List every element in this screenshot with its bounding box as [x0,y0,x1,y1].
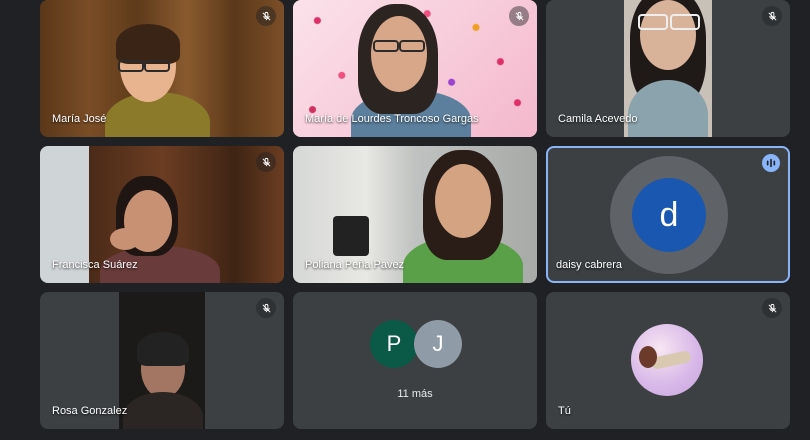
participant-name: María José [52,113,107,125]
avatar-j: J [414,320,462,368]
participant-name: daisy cabrera [556,259,623,271]
more-participants-count: 11 más [397,388,433,400]
self-avatar [631,324,703,396]
participant-tile-maria-jose[interactable]: María José [40,0,284,137]
participant-name: Camila Acevedo [558,113,638,125]
participant-name: Tú [558,405,571,417]
participant-tile-camila-acevedo[interactable]: Camila Acevedo [546,0,790,137]
participant-name: Francisca Suárez [52,259,138,271]
mic-off-icon [762,6,782,26]
participant-tile-francisca-suarez[interactable]: Francisca Suárez [40,146,284,283]
participant-name: Poliana Peña Pavez [305,259,405,271]
mic-off-icon [762,298,782,318]
avatar-p: P [370,320,418,368]
avatar-letter: d [659,195,679,234]
mic-off-icon [509,6,529,26]
participant-name: María de Lourdes Troncoso Gargas [305,113,479,125]
participant-tile-rosa-gonzalez[interactable]: Rosa Gonzalez [40,292,284,429]
mic-off-icon [256,298,276,318]
participant-name: Rosa Gonzalez [52,405,128,417]
self-view-tile[interactable]: Tú [546,292,790,429]
avatar: d [632,178,706,252]
mic-off-icon [256,152,276,172]
participant-video [119,292,205,429]
audio-bars-icon [762,154,780,172]
avatar-ring: d [610,156,728,274]
participant-tile-maria-de-lourdes[interactable]: María de Lourdes Troncoso Gargas [293,0,537,137]
participant-tile-poliana-pena-pavez[interactable]: Poliana Peña Pavez [293,146,537,283]
more-participants-tile[interactable]: P J 11 más [293,292,537,429]
mic-off-icon [256,6,276,26]
participant-tile-daisy-cabrera[interactable]: d daisy cabrera [546,146,790,283]
